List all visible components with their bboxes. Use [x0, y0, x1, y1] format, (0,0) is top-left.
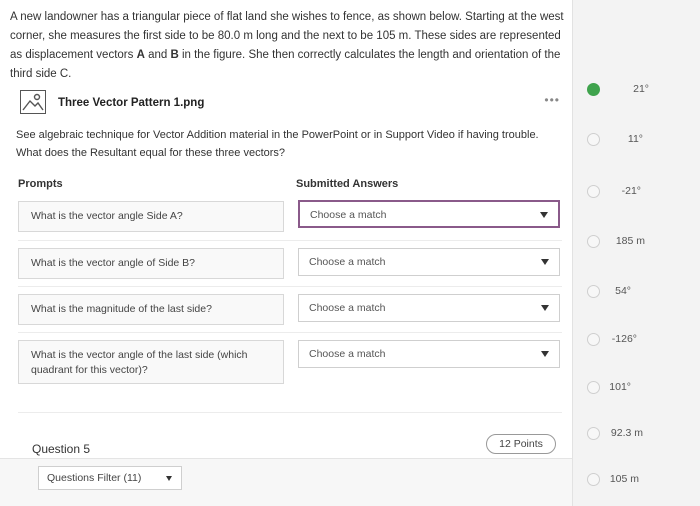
choice-1-label: 21° [633, 83, 649, 95]
intro-part2: and [144, 49, 171, 61]
instructions-line1: See algebraic technique for Vector Addit… [16, 129, 539, 141]
row-divider [18, 332, 562, 333]
radio-icon[interactable] [587, 427, 600, 440]
answer-select-4[interactable]: Choose a match [298, 340, 560, 368]
radio-selected-icon[interactable] [587, 83, 600, 96]
vector-b-label: B [170, 49, 179, 61]
answer-select-1[interactable]: Choose a match [298, 200, 560, 228]
radio-icon[interactable] [587, 285, 600, 298]
prompt-3: What is the magnitude of the last side? [18, 294, 284, 325]
chevron-down-icon[interactable] [166, 476, 172, 481]
choice-8[interactable]: 92.3 m [573, 422, 700, 446]
radio-icon[interactable] [587, 473, 600, 486]
dropdown-arrow-icon[interactable] [541, 351, 549, 357]
dropdown-arrow-icon[interactable] [541, 259, 549, 265]
choice-6[interactable]: -126° [573, 328, 700, 352]
instructions-line2: What does the Resultant equal for these … [16, 147, 286, 159]
row-divider [18, 286, 562, 287]
questions-filter-label: Questions Filter (11) [47, 472, 142, 484]
choice-2[interactable]: 11° [573, 128, 700, 152]
choice-7[interactable]: 101° [573, 376, 700, 400]
questions-filter-button[interactable]: Questions Filter (11) [38, 466, 182, 490]
choice-5-label: 54° [615, 285, 631, 297]
more-options-icon[interactable]: ••• [544, 93, 560, 107]
prompts-header: Prompts [18, 178, 63, 190]
radio-icon[interactable] [587, 133, 600, 146]
image-file-icon [20, 90, 46, 114]
dropdown-arrow-icon[interactable] [540, 212, 548, 218]
prompt-4: What is the vector angle of the last sid… [18, 340, 284, 384]
choice-8-label: 92.3 m [610, 427, 643, 439]
radio-icon[interactable] [587, 333, 600, 346]
vector-a-label: A [136, 49, 145, 61]
radio-icon[interactable] [587, 235, 600, 248]
answer-select-3-value: Choose a match [309, 302, 386, 314]
attachment-name[interactable]: Three Vector Pattern 1.png [58, 97, 204, 109]
answer-select-4-value: Choose a match [309, 348, 386, 360]
choice-9[interactable]: 105 m [573, 468, 700, 492]
answer-select-2-value: Choose a match [309, 256, 386, 268]
choice-5[interactable]: 54° [573, 280, 700, 304]
question-number: Question 5 [32, 442, 91, 456]
choice-2-label: 11° [627, 133, 643, 145]
question-text: A new landowner has a triangular piece o… [10, 8, 566, 84]
choice-4-label: 185 m [615, 235, 645, 247]
instructions: See algebraic technique for Vector Addit… [16, 126, 562, 162]
dropdown-arrow-icon[interactable] [541, 305, 549, 311]
row-divider [18, 412, 562, 413]
answer-choices-panel: 21° 11° -21° 185 m 54° -126° 101° 92.3 m… [572, 0, 700, 506]
choice-9-label: 105 m [609, 473, 639, 485]
row-divider [18, 240, 562, 241]
choice-7-label: 101° [609, 381, 631, 393]
attachment-row[interactable]: Three Vector Pattern 1.png ••• [20, 90, 560, 120]
prompt-1: What is the vector angle Side A? [18, 201, 284, 232]
points-badge: 12 Points [486, 434, 556, 454]
prompt-2: What is the vector angle of Side B? [18, 248, 284, 279]
radio-icon[interactable] [587, 381, 600, 394]
answer-select-1-value: Choose a match [310, 209, 387, 221]
question-area: A new landowner has a triangular piece o… [0, 0, 572, 506]
choice-3-label: -21° [621, 185, 641, 197]
answer-select-3[interactable]: Choose a match [298, 294, 560, 322]
radio-icon[interactable] [587, 185, 600, 198]
choice-1[interactable]: 21° [573, 78, 700, 102]
choice-4[interactable]: 185 m [573, 230, 700, 254]
choice-6-label: -126° [611, 333, 637, 345]
answer-select-2[interactable]: Choose a match [298, 248, 560, 276]
choice-3[interactable]: -21° [573, 180, 700, 204]
answers-header: Submitted Answers [296, 178, 399, 190]
